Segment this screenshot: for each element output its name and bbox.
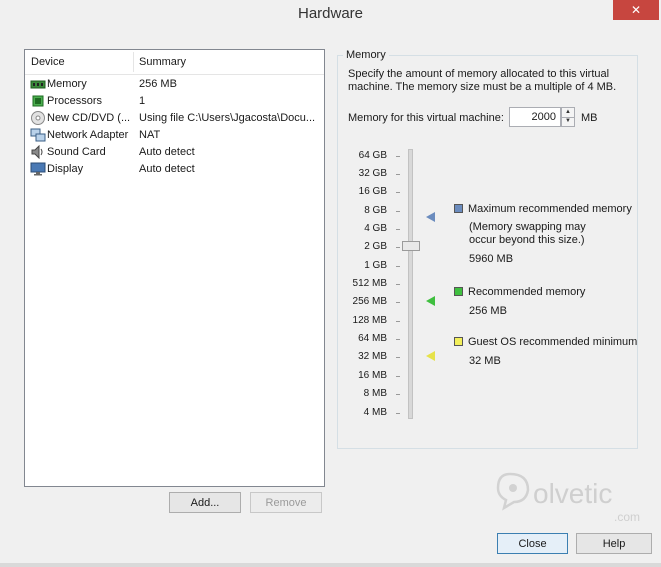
- remove-button[interactable]: Remove: [250, 492, 322, 513]
- scale-tick: [396, 284, 400, 285]
- memory-slider-thumb[interactable]: [402, 241, 420, 251]
- scale-tick: [396, 192, 400, 193]
- max-memory-note: (Memory swapping may occur beyond this s…: [469, 221, 586, 246]
- device-summary: NAT: [139, 129, 161, 141]
- recommended-memory-legend-icon: [454, 287, 463, 296]
- close-button[interactable]: Close: [497, 533, 568, 554]
- device-row-sound-card[interactable]: Sound Card Auto detect: [25, 144, 324, 161]
- add-button[interactable]: Add...: [169, 492, 241, 513]
- column-header-summary[interactable]: Summary: [139, 56, 186, 68]
- scale-tick: [396, 247, 400, 248]
- scale-tick: [396, 229, 400, 230]
- memory-size-input[interactable]: 2000: [509, 107, 561, 127]
- scale-label: 32 MB: [358, 351, 387, 362]
- scale-label: 2 GB: [364, 241, 387, 252]
- memory-description: Specify the amount of memory allocated t…: [348, 68, 617, 93]
- scale-tick: [396, 321, 400, 322]
- sound-card-icon: [31, 145, 43, 159]
- scale-tick: [396, 413, 400, 414]
- window-close-icon[interactable]: ✕: [613, 0, 659, 20]
- spin-down-icon[interactable]: ▼: [562, 117, 574, 126]
- max-memory-legend-icon: [454, 204, 463, 213]
- guest-min-value: 32 MB: [469, 355, 501, 367]
- scale-label: 8 GB: [364, 205, 387, 216]
- column-separator[interactable]: [133, 52, 134, 72]
- cd-dvd-icon: [31, 111, 45, 125]
- device-row-processors[interactable]: Processors 1: [25, 93, 324, 110]
- window-bottom-edge: [0, 563, 661, 567]
- device-row-cd-dvd[interactable]: New CD/DVD (... Using file C:\Users\Jgac…: [25, 110, 324, 127]
- scale-tick: [396, 339, 400, 340]
- column-header-device[interactable]: Device: [31, 56, 65, 68]
- scale-label: 4 MB: [363, 407, 387, 418]
- scale-label: 1 GB: [364, 260, 387, 271]
- device-summary: 256 MB: [139, 78, 177, 90]
- scale-tick: [396, 156, 400, 157]
- memory-slider-track[interactable]: [408, 149, 413, 419]
- memory-icon: [30, 80, 46, 89]
- device-summary: Auto detect: [139, 163, 195, 175]
- device-summary: 1: [139, 95, 146, 107]
- device-summary: Auto detect: [139, 146, 195, 158]
- device-list[interactable]: Device Summary Memory 256 MB Processors …: [24, 49, 325, 487]
- max-memory-value: 5960 MB: [469, 253, 514, 265]
- device-name: Memory: [47, 78, 87, 90]
- memory-unit-label: MB: [581, 112, 598, 124]
- device-name: New CD/DVD (...: [47, 112, 131, 124]
- guest-min-label: Guest OS recommended minimum: [468, 336, 638, 348]
- device-name: Processors: [47, 95, 103, 107]
- processor-icon: [32, 95, 44, 107]
- scale-tick: [396, 174, 400, 175]
- window-title: Hardware: [297, 5, 364, 22]
- device-name: Display: [47, 163, 84, 175]
- max-memory-label: Maximum recommended memory: [468, 203, 632, 215]
- guest-min-marker-icon: [426, 351, 435, 361]
- display-icon: [30, 162, 46, 176]
- device-list-header: Device Summary: [25, 50, 324, 75]
- scale-label: 64 MB: [358, 333, 387, 344]
- scale-label: 128 MB: [352, 315, 387, 326]
- guest-min-legend-icon: [454, 337, 463, 346]
- scale-tick: [396, 376, 400, 377]
- device-row-memory[interactable]: Memory 256 MB: [25, 76, 324, 93]
- title-bar: Hardware ✕: [0, 0, 661, 30]
- watermark-suffix: .com: [614, 510, 641, 524]
- device-row-display[interactable]: Display Auto detect: [25, 161, 324, 178]
- scale-label: 16 MB: [358, 370, 387, 381]
- memory-group-title: Memory: [343, 49, 389, 61]
- watermark-text: olvetic: [533, 478, 613, 509]
- recommended-memory-marker-icon: [426, 296, 435, 306]
- memory-field-label: Memory for this virtual machine:: [348, 112, 504, 124]
- device-row-network-adapter[interactable]: Network Adapter NAT: [25, 127, 324, 144]
- scale-tick: [396, 266, 400, 267]
- scale-tick: [396, 357, 400, 358]
- help-button[interactable]: Help: [576, 533, 652, 554]
- max-memory-marker-icon: [426, 212, 435, 222]
- scale-label: 64 GB: [358, 150, 387, 161]
- scale-tick: [396, 302, 400, 303]
- scale-label: 8 MB: [363, 388, 387, 399]
- scale-label: 4 GB: [364, 223, 387, 234]
- scale-label: 32 GB: [358, 168, 387, 179]
- scale-label: 16 GB: [358, 186, 387, 197]
- scale-tick: [396, 394, 400, 395]
- scale-label: 512 MB: [352, 278, 387, 289]
- memory-spinner[interactable]: ▲ ▼: [561, 107, 575, 127]
- scale-label: 256 MB: [352, 296, 387, 307]
- recommended-memory-value: 256 MB: [469, 305, 507, 317]
- scale-tick: [396, 211, 400, 212]
- recommended-memory-label: Recommended memory: [468, 286, 586, 298]
- device-name: Network Adapter: [47, 129, 129, 141]
- device-summary: Using file C:\Users\Jgacosta\Docu...: [139, 112, 316, 124]
- network-adapter-icon: [30, 128, 46, 142]
- device-name: Sound Card: [47, 146, 106, 158]
